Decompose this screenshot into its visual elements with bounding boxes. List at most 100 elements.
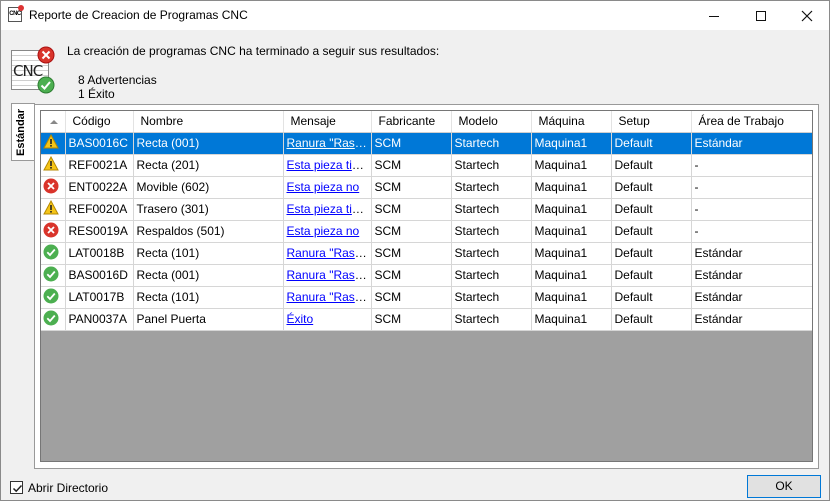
column-header-area[interactable]: Área de Trabajo (691, 111, 812, 133)
cell-area: - (691, 198, 812, 221)
cell-codigo: PAN0037A (65, 308, 134, 331)
cell-modelo: Startech (451, 132, 532, 155)
table-header-row: Código Nombre Mensaje Fabricante Modelo Máqui… (41, 111, 812, 133)
cell-maquina: Maquina1 (531, 264, 612, 287)
minimize-button[interactable] (691, 1, 737, 30)
cell-codigo: REF0020A (65, 198, 134, 221)
table-row[interactable]: RES0019A Respaldos (501) Esta pieza no SCM S… (41, 220, 812, 243)
results-table: Código Nombre Mensaje Fabricante Modelo Máqui… (41, 111, 812, 331)
success-icon (43, 288, 59, 303)
warning-icon (43, 133, 59, 149)
success-icon (43, 244, 59, 259)
table-row[interactable]: REF0020A Trasero (301) Esta pieza tiene SCM… (41, 198, 812, 221)
column-header-mensaje[interactable]: Mensaje (283, 111, 372, 133)
column-header-maquina[interactable]: Máquina (531, 111, 612, 133)
cell-maquina: Maquina1 (531, 308, 612, 331)
message-link[interactable]: Esta pieza no (287, 180, 360, 194)
cell-fabricante: SCM (371, 308, 452, 331)
maximize-icon (756, 11, 766, 22)
app-cnc-icon: CNC (8, 5, 24, 22)
tab-estandar[interactable]: Estándar (11, 103, 35, 161)
status-cell (41, 242, 66, 265)
table-body: BAS0016CRecta (001)Ranura "Rasqueta"SCMS… (41, 132, 812, 331)
success-icon (43, 310, 59, 325)
cell-nombre: Recta (001) (133, 132, 284, 155)
app-icon-badge (18, 5, 24, 11)
error-icon (43, 178, 59, 193)
table-row[interactable]: PAN0037A Panel Puerta Éxito SCM Startech Maqu… (41, 308, 812, 331)
column-header-fabricante[interactable]: Fabricante (371, 111, 452, 133)
cell-maquina: Maquina1 (531, 176, 612, 199)
success-icon (43, 266, 59, 281)
status-cell (41, 220, 66, 243)
message-link[interactable]: Esta pieza tiene (287, 158, 371, 172)
cell-modelo: Startech (451, 242, 532, 265)
cell-setup: Default (611, 132, 692, 155)
cell-codigo: BAS0016C (65, 132, 134, 155)
cell-nombre: Trasero (301) (133, 198, 284, 221)
column-header-modelo[interactable]: Modelo (451, 111, 532, 133)
cell-maquina: Maquina1 (531, 286, 612, 309)
message-link[interactable]: Ranura "Rasqueta" (287, 136, 371, 150)
cell-modelo: Startech (451, 264, 532, 287)
table-row[interactable]: BAS0016CRecta (001)Ranura "Rasqueta"SCMS… (41, 132, 812, 155)
status-cell (41, 132, 66, 155)
report-window: CNC Reporte de Creacion de Programas CNC… (0, 0, 830, 501)
cell-maquina: Maquina1 (531, 154, 612, 177)
cell-setup: Default (611, 264, 692, 287)
tab-estandar-label: Estándar (15, 108, 27, 156)
cell-codigo: BAS0016D (65, 264, 134, 287)
message-link[interactable]: Ranura "Rasqueta" (287, 268, 371, 282)
cell-fabricante: SCM (371, 264, 452, 287)
message-link[interactable]: Esta pieza tiene (287, 202, 371, 216)
message-link[interactable]: Esta pieza no (287, 224, 360, 238)
column-header-nombre[interactable]: Nombre (133, 111, 284, 133)
open-directory-checkbox[interactable] (10, 481, 23, 494)
grid-panel: Código Nombre Mensaje Fabricante Modelo Máqui… (34, 104, 819, 469)
message-link[interactable]: Ranura "Rasqueta" (287, 290, 371, 304)
cell-nombre: Recta (001) (133, 264, 284, 287)
error-badge-icon (37, 46, 55, 64)
cell-fabricante: SCM (371, 242, 452, 265)
cell-nombre: Recta (101) (133, 242, 284, 265)
cell-mensaje: Esta pieza tiene (283, 154, 372, 177)
cell-mensaje: Éxito (283, 308, 372, 331)
cell-modelo: Startech (451, 198, 532, 221)
cell-mensaje: Ranura "Rasqueta" (283, 286, 372, 309)
cell-nombre: Respaldos (501) (133, 220, 284, 243)
cell-fabricante: SCM (371, 286, 452, 309)
success-badge-icon (37, 76, 55, 94)
table-row[interactable]: REF0021A Recta (201) Esta pieza tiene SCM St… (41, 154, 812, 177)
table-row[interactable]: BAS0016DRecta (001)Ranura "Rasqueta"SCMS… (41, 264, 812, 287)
cell-setup: Default (611, 286, 692, 309)
maximize-button[interactable] (738, 1, 784, 30)
column-header-codigo[interactable]: Código (65, 111, 134, 133)
message-link[interactable]: Éxito (287, 312, 314, 326)
open-directory-label[interactable]: Abrir Directorio (28, 481, 108, 495)
status-cell (41, 176, 66, 199)
column-header-setup[interactable]: Setup (611, 111, 692, 133)
cell-setup: Default (611, 308, 692, 331)
checkmark-icon (12, 484, 23, 493)
title-bar[interactable]: CNC Reporte de Creacion de Programas CNC (1, 1, 829, 30)
cell-setup: Default (611, 220, 692, 243)
cell-area: Estándar (691, 264, 812, 287)
cell-setup: Default (611, 176, 692, 199)
column-header-sort[interactable] (41, 111, 66, 133)
close-button[interactable] (784, 1, 830, 30)
results-grid[interactable]: Código Nombre Mensaje Fabricante Modelo Máqui… (40, 110, 813, 462)
table-row[interactable]: LAT0017BRecta (101)Ranura "Rasqueta"SCMS… (41, 286, 812, 309)
cell-setup: Default (611, 198, 692, 221)
close-icon (801, 10, 813, 22)
sort-ascending-icon (50, 120, 58, 125)
cell-nombre: Panel Puerta (133, 308, 284, 331)
table-row[interactable]: LAT0018BRecta (101)Ranura "Rasqueta"SCMS… (41, 242, 812, 265)
cell-fabricante: SCM (371, 220, 452, 243)
cell-area: Estándar (691, 242, 812, 265)
cell-nombre: Recta (101) (133, 286, 284, 309)
status-cell (41, 264, 66, 287)
warning-icon (43, 155, 59, 171)
ok-button[interactable]: OK (747, 475, 821, 498)
message-link[interactable]: Ranura "Rasqueta" (287, 246, 371, 260)
table-row[interactable]: ENT0022A Movible (602) Esta pieza no SCM Sta… (41, 176, 812, 199)
